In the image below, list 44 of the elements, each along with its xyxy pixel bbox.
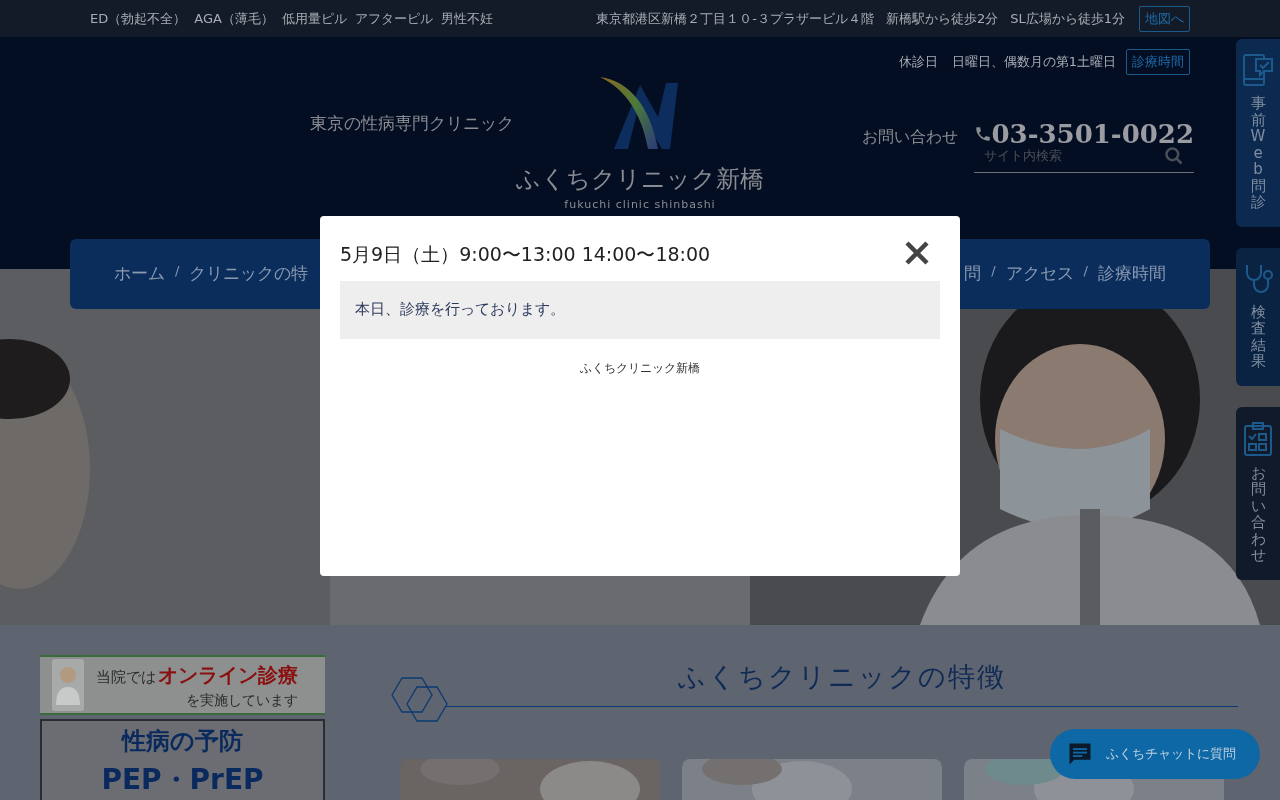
- nav-separator: /: [991, 262, 996, 281]
- address-text: 東京都港区新橋２丁目１０-３プラザービル４階: [596, 9, 874, 28]
- clinic-name: ふくちクリニック新橋: [516, 164, 764, 195]
- banner-tail: を実施しています: [186, 690, 298, 710]
- section-title: ふくちクリニックの特徴: [678, 660, 1006, 694]
- close-button[interactable]: [904, 240, 930, 267]
- notice-text: 本日、診療を行っております。: [355, 299, 565, 321]
- top-link[interactable]: AGA（薄毛）: [194, 8, 274, 29]
- doctor-icon: [50, 657, 86, 713]
- banner-highlight: オンライン診療: [158, 661, 298, 689]
- nav-link[interactable]: 診療時間: [1098, 261, 1166, 287]
- dialog-title: 5月9日（土）9:00〜13:00 14:00〜18:00: [340, 242, 711, 267]
- nav-separator: /: [175, 262, 180, 281]
- nav-link[interactable]: ホーム: [114, 261, 165, 287]
- access-text: SL広場から徒歩1分: [1010, 9, 1125, 28]
- top-link[interactable]: ED（勃起不全）: [90, 8, 187, 29]
- dialog-footer: ふくちクリニック新橋: [580, 358, 700, 377]
- prevention-banner[interactable]: 性病の予防 PEP・PrEP: [40, 719, 325, 800]
- nav-link[interactable]: 問: [964, 261, 982, 287]
- closed-days: 日曜日、偶数月の第1土曜日: [951, 52, 1116, 72]
- top-link[interactable]: 低用量ピル: [281, 8, 347, 29]
- hours-button[interactable]: 診療時間: [1126, 49, 1190, 75]
- side-tab[interactable]: 検査結果: [1236, 247, 1280, 386]
- prevention-text: 性病の予防: [122, 726, 243, 757]
- prevention-text: PEP・PrEP: [101, 762, 264, 798]
- closed-label: 休診日: [898, 53, 938, 72]
- clipboard-icon: [1242, 420, 1274, 457]
- online-consult-banner[interactable]: 当院ではオンライン診療 を実施しています: [40, 655, 325, 715]
- map-button[interactable]: 地図へ: [1139, 5, 1190, 32]
- access-text: 新橋駅から徒歩2分: [885, 9, 999, 28]
- clinic-roman-name: fukuchi clinic shinbashi: [564, 197, 716, 213]
- top-link[interactable]: 男性不妊: [440, 8, 493, 29]
- contact-label: お問い合わせ: [861, 126, 958, 148]
- top-link[interactable]: アフターピル: [354, 8, 433, 29]
- side-tab[interactable]: お問い合わせ: [1236, 406, 1280, 580]
- banner-lead: 当院では: [96, 666, 156, 688]
- nav-link[interactable]: アクセス: [1005, 261, 1074, 287]
- chat-button[interactable]: ふくちチャットに質問: [1050, 729, 1260, 779]
- phone-icon: [973, 124, 992, 144]
- tablet-check-icon: [1242, 53, 1274, 87]
- side-tab[interactable]: 事前Web問診: [1236, 39, 1280, 227]
- tagline: 東京の性病専門クリニック: [310, 112, 514, 135]
- nav-link[interactable]: クリニックの特: [189, 261, 309, 287]
- nav-separator: /: [1083, 262, 1088, 281]
